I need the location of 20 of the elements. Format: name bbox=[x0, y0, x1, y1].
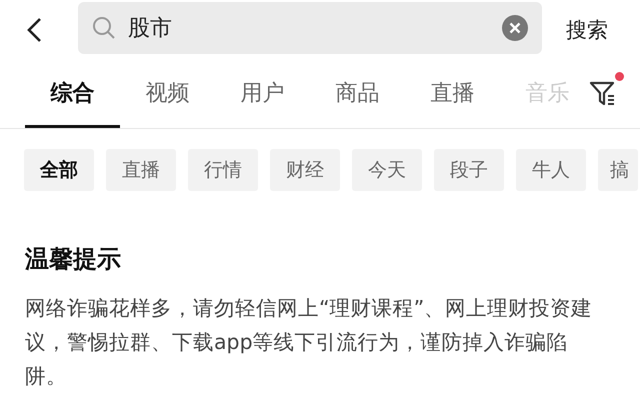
filter-chip[interactable]: 牛人 bbox=[516, 149, 586, 191]
notice-text: 网络诈骗花样多，请勿轻信网上“理财课程”、网上理财投资建议，警惕拉群、下载app等线下引流行为，谨防掉入诈骗陷阱。 bbox=[25, 295, 594, 390]
search-text: 股市 bbox=[128, 15, 173, 43]
tab[interactable]: 商品 bbox=[310, 60, 405, 128]
filter-chip[interactable]: 财经 bbox=[270, 149, 340, 191]
search-button[interactable]: 搜索 bbox=[566, 16, 608, 44]
clear-icon[interactable] bbox=[502, 15, 528, 41]
tab[interactable]: 视频 bbox=[120, 60, 215, 128]
filter-chip[interactable]: 搞 bbox=[598, 149, 638, 191]
filter-chip[interactable]: 全部 bbox=[24, 149, 94, 191]
filter-chip[interactable]: 段子 bbox=[434, 149, 504, 191]
tab[interactable]: 综合 bbox=[25, 60, 120, 128]
filter-chip[interactable]: 直播 bbox=[106, 149, 176, 191]
search-icon bbox=[92, 16, 116, 40]
notice-title: 温馨提示 bbox=[25, 244, 122, 275]
tab[interactable]: 直播 bbox=[405, 60, 500, 128]
filter-chip[interactable]: 今天 bbox=[352, 149, 422, 191]
search-field[interactable]: 股市 bbox=[78, 2, 542, 54]
tab[interactable]: 用户 bbox=[215, 60, 310, 128]
filter-chip[interactable]: 行情 bbox=[188, 149, 258, 191]
